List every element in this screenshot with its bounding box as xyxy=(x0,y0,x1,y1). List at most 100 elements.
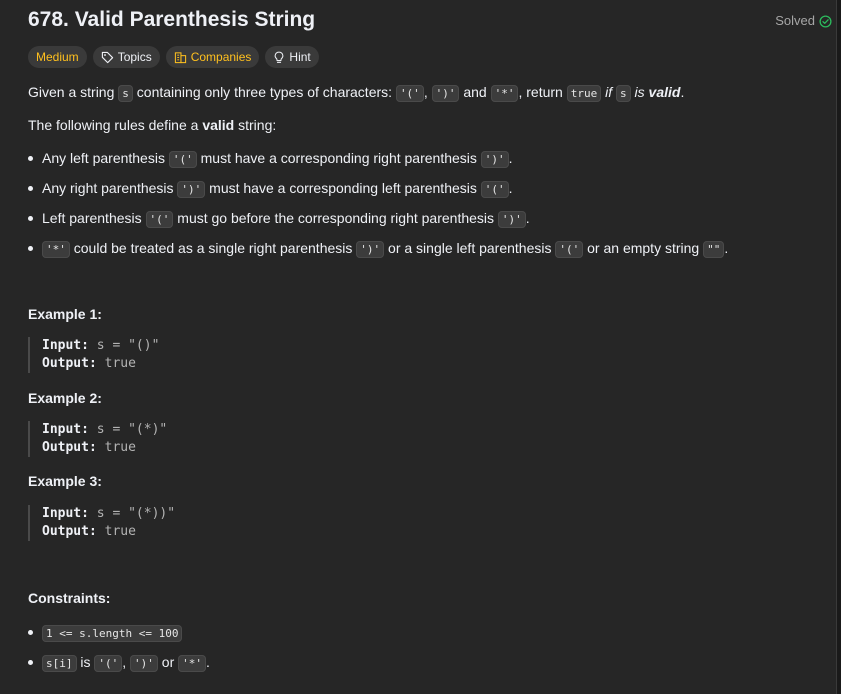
building-icon xyxy=(174,51,187,64)
bullet xyxy=(28,660,33,665)
input-value: s = "(*))" xyxy=(96,506,176,521)
inline-code: ')' xyxy=(497,211,526,228)
companies-button[interactable]: Companies xyxy=(165,46,260,68)
tag-row: Medium Topics Companies Hint xyxy=(28,46,319,68)
constraints-list: 1 <= s.length <= 100 s[i] is '(', ')' or… xyxy=(28,622,210,682)
text: . xyxy=(525,210,530,226)
example-1-block: Input: s = "()" Output: true xyxy=(28,337,159,373)
tag-icon xyxy=(101,51,114,64)
text: if xyxy=(601,84,617,100)
constraints-title: Constraints: xyxy=(28,590,111,606)
text: Any left parenthesis xyxy=(42,150,169,166)
emphasis-valid: valid xyxy=(648,84,681,100)
topics-label: Topics xyxy=(117,50,152,64)
text: must have a corresponding left parenthes… xyxy=(205,180,481,196)
inline-code: ')' xyxy=(130,655,158,672)
list-item: Left parenthesis '(' must go before the … xyxy=(28,208,728,238)
difficulty-label: Medium xyxy=(36,50,79,64)
description-paragraph-2: The following rules define a valid strin… xyxy=(28,115,276,135)
bullet xyxy=(28,246,33,251)
inline-code: s xyxy=(118,85,133,102)
text: Any right parenthesis xyxy=(42,180,178,196)
bullet xyxy=(28,186,33,191)
text: , xyxy=(122,654,131,670)
inline-code: '*' xyxy=(42,241,70,258)
companies-label: Companies xyxy=(190,50,252,64)
bullet xyxy=(28,216,33,221)
example-1-title: Example 1: xyxy=(28,306,102,322)
inline-code: '*' xyxy=(490,85,519,102)
output-value: true xyxy=(104,356,136,371)
list-item: 1 <= s.length <= 100 xyxy=(28,622,210,652)
solved-label: Solved xyxy=(775,13,815,28)
text: or an empty string xyxy=(583,240,704,256)
output-value: true xyxy=(104,440,136,455)
output-label: Output: xyxy=(42,524,97,539)
text: . xyxy=(508,150,513,166)
text: . xyxy=(724,240,729,256)
emphasis-valid: valid xyxy=(202,117,235,133)
example-3-title: Example 3: xyxy=(28,473,102,489)
input-label: Input: xyxy=(42,338,89,353)
input-label: Input: xyxy=(42,422,89,437)
text: and xyxy=(459,84,491,100)
inline-code: '(' xyxy=(395,85,424,102)
input-value: s = "()" xyxy=(96,338,160,353)
output-value: true xyxy=(104,524,136,539)
list-item: Any left parenthesis '(' must have a cor… xyxy=(28,148,728,178)
inline-code: ')' xyxy=(431,85,460,102)
inline-code: '(' xyxy=(480,181,509,198)
hint-label: Hint xyxy=(289,50,311,64)
inline-code: ')' xyxy=(177,181,206,198)
inline-code: s xyxy=(616,85,631,102)
bullet xyxy=(28,156,33,161)
text: or xyxy=(157,654,179,670)
list-item: Any right parenthesis ')' must have a co… xyxy=(28,178,728,208)
text: must go before the corresponding right p… xyxy=(173,210,498,226)
list-item: '*' could be treated as a single right p… xyxy=(28,238,728,268)
text: containing only three types of character… xyxy=(132,84,396,100)
frame-divider xyxy=(836,0,837,694)
text: The following rules define a xyxy=(28,117,203,133)
example-2-block: Input: s = "(*)" Output: true xyxy=(28,421,167,457)
inline-code: ')' xyxy=(356,241,385,258)
hint-button[interactable]: Hint xyxy=(265,46,319,68)
inline-code: '(' xyxy=(168,151,197,168)
text: could be treated as a single right paren… xyxy=(69,240,357,256)
text: Left parenthesis xyxy=(42,210,146,226)
example-2-title: Example 2: xyxy=(28,390,102,406)
solved-status: Solved xyxy=(775,11,832,31)
title-row: 678. Valid Parenthesis String Solved xyxy=(28,7,832,33)
text: . xyxy=(508,180,513,196)
inline-code: '(' xyxy=(555,241,584,258)
text: , return xyxy=(518,84,567,100)
problem-title[interactable]: 678. Valid Parenthesis String xyxy=(28,7,315,33)
text: string: xyxy=(234,117,277,133)
output-label: Output: xyxy=(42,440,97,455)
example-3-block: Input: s = "(*))" Output: true xyxy=(28,505,175,541)
rules-list: Any left parenthesis '(' must have a cor… xyxy=(28,148,728,268)
lightbulb-icon xyxy=(273,51,285,64)
topics-button[interactable]: Topics xyxy=(92,46,160,68)
text: must have a corresponding right parenthe… xyxy=(196,150,481,166)
inline-code: 1 <= s.length <= 100 xyxy=(42,625,183,642)
text: is xyxy=(630,84,649,100)
inline-code: ')' xyxy=(480,151,509,168)
inline-code: "" xyxy=(703,241,725,258)
inline-code: '(' xyxy=(145,211,174,228)
text: . xyxy=(680,84,685,100)
text: , xyxy=(423,84,432,100)
text: or a single left parenthesis xyxy=(384,240,556,256)
inline-code: '(' xyxy=(94,655,123,672)
text: is xyxy=(76,654,95,670)
list-item: s[i] is '(', ')' or '*'. xyxy=(28,652,210,682)
input-label: Input: xyxy=(42,506,89,521)
difficulty-badge: Medium xyxy=(28,46,87,68)
input-value: s = "(*)" xyxy=(96,422,168,437)
output-label: Output: xyxy=(42,356,97,371)
text: Given a string xyxy=(28,84,119,100)
bullet xyxy=(28,630,33,635)
inline-code: true xyxy=(566,85,602,102)
check-circle-icon xyxy=(819,14,832,28)
description-paragraph-1: Given a string s containing only three t… xyxy=(28,82,684,104)
